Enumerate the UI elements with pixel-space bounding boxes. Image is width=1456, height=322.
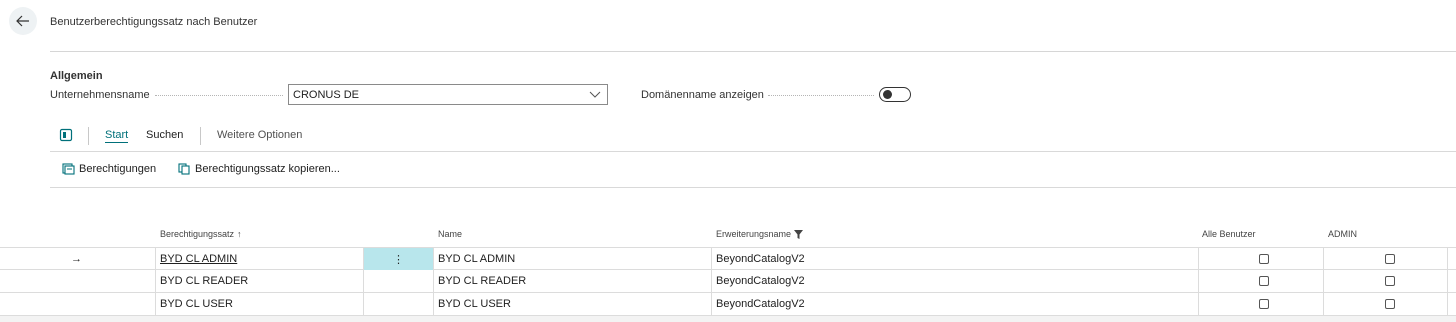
filter-icon: [794, 229, 804, 239]
tab-weitere-optionen[interactable]: Weitere Optionen: [217, 129, 302, 141]
row-actions-button[interactable]: ⋮: [364, 248, 433, 270]
title-divider: [50, 51, 1456, 52]
toggle-knob: [883, 90, 892, 99]
action-separator: [200, 127, 201, 145]
all-users-checkbox-cell: [1254, 248, 1274, 270]
factbox-icon[interactable]: [59, 128, 73, 142]
admin-checkbox[interactable]: [1385, 276, 1395, 286]
domain-name-toggle[interactable]: [879, 87, 911, 102]
name-cell: BYD CL READER: [438, 275, 527, 287]
admin-checkbox[interactable]: [1385, 254, 1395, 264]
admin-checkbox-cell: [1380, 270, 1400, 292]
copy-permission-set-label: Berechtigungssatz kopieren...: [195, 163, 340, 175]
group-title-general: Allgemein: [50, 70, 103, 82]
permissions-button[interactable]: Berechtigungen: [62, 163, 156, 175]
column-header-admin[interactable]: ADMIN: [1328, 229, 1357, 239]
chevron-down-icon: [589, 91, 601, 98]
all-users-checkbox[interactable]: [1259, 299, 1269, 309]
column-header-permission-set[interactable]: Berechtigungssatz ↑: [160, 229, 242, 239]
permission-sets-grid: → BYD CL ADMIN ⋮ BYD CL ADMIN BeyondCata…: [0, 247, 1456, 316]
permissions-icon: [62, 163, 75, 175]
all-users-checkbox-cell: [1254, 270, 1274, 292]
table-row[interactable]: BYD CL READER BYD CL READER BeyondCatalo…: [0, 270, 1456, 293]
admin-checkbox[interactable]: [1385, 299, 1395, 309]
action-bar: Start Suchen Weitere Optionen: [50, 125, 1456, 147]
company-name-label: Unternehmensname: [50, 89, 150, 101]
permission-set-cell[interactable]: BYD CL USER: [155, 293, 363, 315]
name-cell: BYD CL USER: [438, 298, 511, 310]
column-header-extension[interactable]: Erweiterungsname: [716, 229, 804, 239]
all-users-checkbox-cell: [1254, 293, 1274, 315]
extension-cell: BeyondCatalogV2: [716, 253, 805, 265]
table-row[interactable]: → BYD CL ADMIN ⋮ BYD CL ADMIN BeyondCata…: [0, 247, 1456, 270]
extension-cell: BeyondCatalogV2: [716, 275, 805, 287]
all-users-checkbox[interactable]: [1259, 254, 1269, 264]
arrow-left-icon: [16, 15, 29, 27]
grid-footer-band: [0, 316, 1456, 322]
page-title: Benutzerberechtigungssatz nach Benutzer: [50, 16, 258, 28]
sort-ascending-icon: ↑: [237, 229, 242, 239]
permissions-label: Berechtigungen: [79, 163, 157, 175]
back-button[interactable]: [9, 7, 37, 35]
table-row[interactable]: BYD CL USER BYD CL USER BeyondCatalogV2: [0, 293, 1456, 316]
permission-set-cell[interactable]: BYD CL READER: [155, 270, 363, 292]
copy-icon: [178, 163, 190, 175]
tab-start[interactable]: Start: [105, 129, 129, 143]
admin-checkbox-cell: [1380, 293, 1400, 315]
company-name-leader: [155, 95, 283, 96]
company-name-value: CRONUS DE: [293, 88, 360, 101]
action-separator: [88, 127, 89, 145]
domain-name-leader: [768, 95, 874, 96]
admin-checkbox-cell: [1380, 248, 1400, 270]
all-users-checkbox[interactable]: [1259, 276, 1269, 286]
permission-set-cell[interactable]: BYD CL ADMIN: [155, 248, 363, 270]
actionbar-divider: [50, 151, 1456, 152]
subaction-divider: [50, 187, 1456, 188]
name-cell: BYD CL ADMIN: [438, 253, 516, 265]
company-name-select[interactable]: CRONUS DE: [288, 84, 608, 105]
copy-permission-set-button[interactable]: Berechtigungssatz kopieren...: [178, 163, 340, 175]
extension-cell: BeyondCatalogV2: [716, 298, 805, 310]
current-row-arrow-icon: →: [71, 253, 82, 265]
domain-name-label: Domänenname anzeigen: [641, 89, 764, 101]
tab-suchen[interactable]: Suchen: [146, 129, 183, 141]
column-header-all-users[interactable]: Alle Benutzer: [1202, 229, 1256, 239]
column-header-name[interactable]: Name: [438, 229, 462, 239]
